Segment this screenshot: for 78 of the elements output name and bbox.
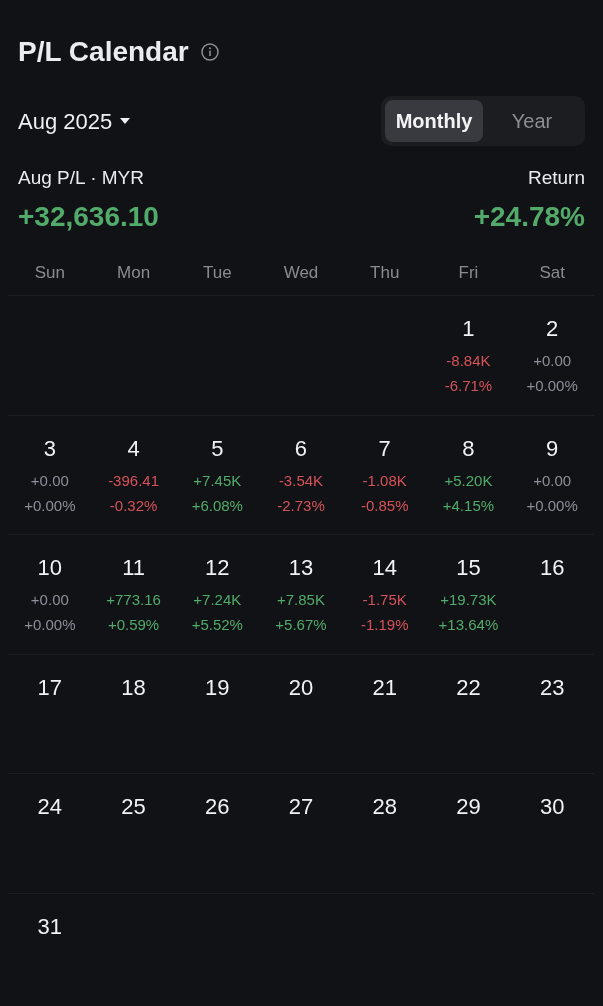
day-number[interactable]: 14 (372, 554, 397, 583)
weekday-label: Thu (369, 261, 401, 284)
day-number[interactable]: 6 (294, 434, 308, 463)
day-pl-amount: +0.00 (30, 470, 69, 491)
day-number[interactable]: 29 (456, 793, 481, 822)
day-number[interactable]: 16 (539, 554, 565, 583)
day-return-percent: -0.85% (360, 495, 409, 516)
day-return-percent: +0.59% (107, 615, 160, 636)
day-number[interactable]: 23 (539, 673, 565, 702)
day-number[interactable]: 31 (37, 912, 63, 941)
weekday-label: Sat (538, 261, 566, 284)
day-number[interactable]: 8 (462, 434, 475, 463)
day-number[interactable]: 24 (37, 793, 63, 822)
day-pl-amount: +0.00 (30, 590, 69, 611)
pl-label: Aug P/L · MYR (18, 166, 144, 190)
day-return-percent: -0.32% (109, 495, 158, 516)
day-number[interactable]: 3 (43, 434, 56, 463)
day-number[interactable]: 17 (37, 673, 63, 702)
day-pl-amount: +0.00 (533, 470, 572, 491)
day-return-percent: +13.64% (438, 615, 499, 636)
return-label: Return (527, 166, 585, 190)
day-number[interactable]: 27 (288, 793, 314, 822)
day-return-percent: +0.00% (526, 495, 578, 516)
weekday-label: Wed (282, 261, 320, 284)
day-pl-amount: -3.54K (278, 470, 324, 491)
day-return-percent: -6.71% (444, 376, 493, 396)
day-number[interactable]: 22 (456, 673, 481, 702)
day-pl-amount: +19.73K (440, 590, 497, 611)
view-tab[interactable]: Year (483, 100, 581, 142)
weekday-label: Tue (201, 261, 233, 284)
day-number[interactable]: 19 (205, 673, 230, 702)
weekday-label: Sun (33, 261, 66, 284)
day-return-percent: -1.19% (360, 615, 409, 636)
day-number[interactable]: 4 (127, 434, 140, 463)
day-pl-amount: +0.00 (533, 351, 572, 371)
day-number[interactable]: 11 (122, 554, 145, 583)
day-return-percent: +0.00% (526, 376, 578, 396)
month-selector[interactable]: Aug 2025 (18, 104, 131, 138)
day-number[interactable]: 28 (372, 793, 397, 822)
day-return-percent: -2.73% (277, 495, 325, 516)
day-return-percent: +0.00% (24, 615, 76, 636)
day-number[interactable]: 25 (121, 793, 146, 822)
pl-value: +32,636.10 (18, 200, 159, 234)
day-pl-amount: -8.84K (446, 351, 491, 371)
day-pl-amount: -1.75K (362, 590, 407, 611)
weekday-label: Fri (457, 261, 480, 284)
day-number[interactable]: 15 (456, 554, 481, 583)
day-number[interactable]: 21 (372, 673, 397, 702)
return-value: +24.78% (473, 200, 585, 234)
day-pl-amount: +7.45K (193, 470, 242, 491)
day-number[interactable]: 13 (288, 554, 314, 583)
day-number[interactable]: 30 (539, 793, 565, 822)
day-number[interactable]: 5 (211, 434, 224, 463)
day-return-percent: +5.52% (191, 615, 243, 636)
page-title: P/L Calendar (18, 35, 189, 69)
day-number[interactable]: 7 (378, 434, 391, 463)
day-number[interactable]: 10 (37, 554, 63, 583)
caret-icon (120, 118, 131, 124)
day-number[interactable]: 26 (205, 793, 230, 822)
view-tab[interactable]: Monthly (385, 100, 483, 142)
day-pl-amount: -396.41 (108, 470, 159, 491)
day-number[interactable]: 9 (546, 434, 559, 463)
day-pl-amount: +7.85K (277, 590, 325, 611)
day-return-percent: +0.00% (24, 495, 76, 516)
info-icon[interactable] (200, 43, 219, 61)
day-pl-amount: +5.20K (444, 470, 493, 491)
day-pl-amount: +773.16 (106, 590, 161, 611)
day-return-percent: +4.15% (442, 495, 495, 516)
day-return-percent: +5.67% (275, 615, 327, 636)
day-number[interactable]: 20 (288, 673, 314, 702)
day-pl-amount: -1.08K (362, 470, 407, 491)
day-number[interactable]: 2 (546, 315, 559, 343)
day-return-percent: +6.08% (191, 495, 243, 516)
day-number[interactable]: 18 (121, 673, 146, 702)
day-number[interactable]: 1 (462, 315, 475, 343)
day-pl-amount: +7.24K (193, 590, 242, 611)
day-number[interactable]: 12 (205, 554, 230, 583)
weekday-label: Mon (116, 261, 152, 284)
